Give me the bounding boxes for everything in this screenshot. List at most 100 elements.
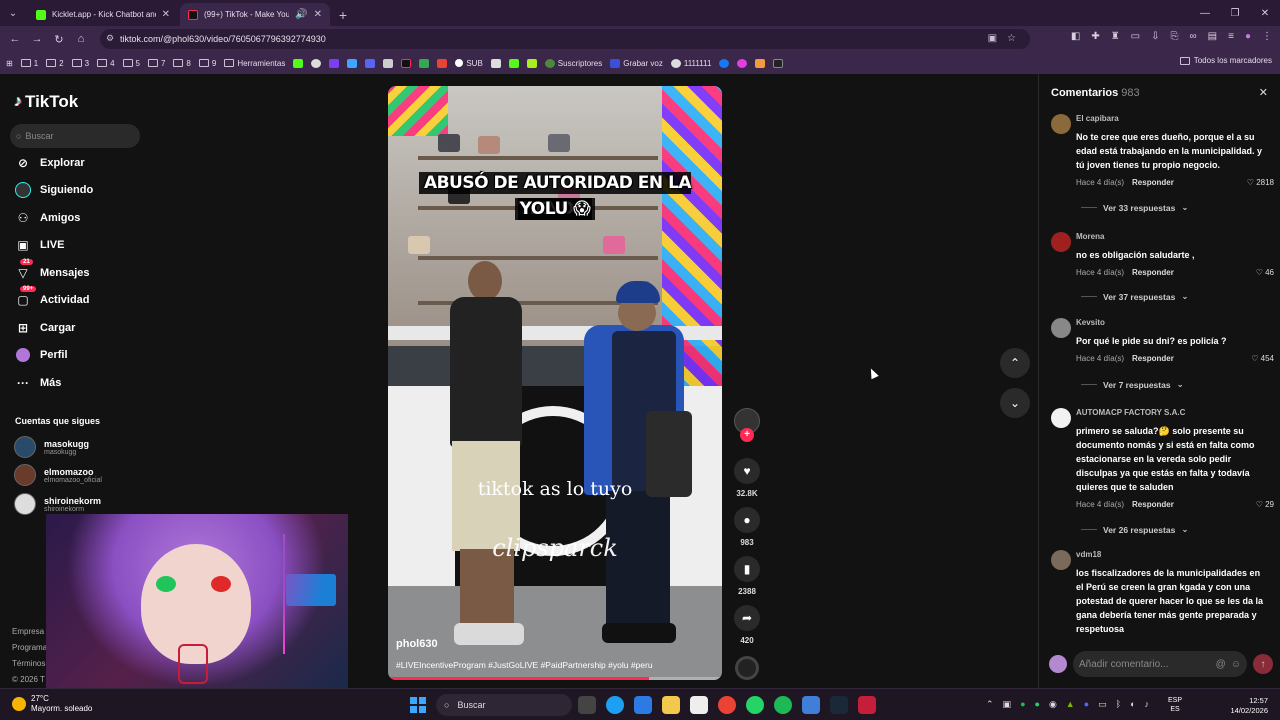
store-icon[interactable] xyxy=(634,696,652,714)
avatar[interactable] xyxy=(1051,408,1071,428)
bookmark-folder[interactable]: 3 xyxy=(71,59,89,68)
menu-kebab-icon[interactable]: ⋮ xyxy=(1262,31,1272,42)
bookmark-gmail-icon[interactable] xyxy=(437,58,448,68)
video-player[interactable]: ABUSÓ DE AUTORIDAD EN LA TIENDA YOLU 😱 t… xyxy=(388,86,722,680)
whatsapp-icon[interactable] xyxy=(746,696,764,714)
tab-search-icon[interactable]: ⌄ xyxy=(0,0,26,26)
reply-button[interactable]: Responder xyxy=(1132,354,1174,363)
tray-nvidia-icon[interactable]: ▲ xyxy=(1066,699,1075,710)
sidebar-item-actividad[interactable]: ▢ 99+ Actividad xyxy=(14,286,90,309)
comment-username[interactable]: AUTOMACP FACTORY S.A.C xyxy=(1076,408,1185,417)
close-tab-icon[interactable]: ✕ xyxy=(162,9,170,20)
bookmark-site-icon[interactable] xyxy=(508,58,519,68)
followed-account[interactable]: masokugg masokugg xyxy=(14,436,89,458)
bookmark-discord-icon[interactable] xyxy=(365,58,376,68)
close-window-icon[interactable]: ✕ xyxy=(1250,0,1280,26)
extension-icon[interactable]: ⎘ xyxy=(1171,31,1179,42)
comment-username[interactable]: Morena xyxy=(1076,232,1104,241)
bookmark-drive-icon[interactable] xyxy=(419,58,430,68)
comment-like-button[interactable]: ♡ 29 xyxy=(1256,500,1274,509)
reload-icon[interactable]: ↻ xyxy=(48,33,70,46)
bookmark-sub[interactable]: SUB xyxy=(455,59,483,68)
spotify-icon[interactable] xyxy=(774,696,792,714)
chevron-up-icon[interactable]: ⌃ xyxy=(986,699,994,710)
bookmark-site-icon[interactable] xyxy=(347,58,358,68)
share-button[interactable]: ➦ 420 xyxy=(730,605,764,645)
sidebar-item-explorar[interactable]: ⊘ Explorar xyxy=(14,154,85,172)
bookmark-folder[interactable]: 9 xyxy=(198,59,216,68)
search-input[interactable]: ○ Buscar xyxy=(10,124,140,148)
link-icon[interactable]: ∞ xyxy=(1190,31,1197,42)
address-bar[interactable]: ⚙ tiktok.com/@phol630/video/760506779639… xyxy=(100,29,1030,49)
tray-app-icon[interactable]: ◐ xyxy=(1130,699,1135,710)
bookmark-site-icon[interactable] xyxy=(383,58,394,68)
browser-tab-kicklet[interactable]: Kicklet.app - Kick Chatbot and ✕ xyxy=(28,3,178,26)
avatar[interactable] xyxy=(1051,550,1071,570)
bluetooth-icon[interactable]: ᛒ xyxy=(1116,699,1121,710)
followed-account[interactable]: shiroinekorm shiroinekorm xyxy=(14,493,101,515)
side-panel-icon[interactable]: ▤ xyxy=(1208,31,1217,42)
view-replies-button[interactable]: Ver 37 respuestas ⌄ xyxy=(1081,291,1188,302)
sidebar-item-mensajes[interactable]: ▽ 21 Mensajes xyxy=(14,259,90,282)
browser-tab-tiktok[interactable]: (99+) TikTok - Make Your Da 🔊 ✕ xyxy=(180,3,330,26)
task-view-icon[interactable] xyxy=(578,696,596,714)
clock[interactable]: 12:57 14/02/2026 xyxy=(1218,696,1268,716)
video-hashtags[interactable]: #LIVEIncentiveProgram #JustGoLIVE #PaidP… xyxy=(396,660,653,670)
bookmark-folder[interactable]: 5 xyxy=(122,59,140,68)
reply-button[interactable]: Responder xyxy=(1132,500,1174,509)
home-icon[interactable]: ⌂ xyxy=(70,33,92,45)
avatar[interactable] xyxy=(1051,232,1071,252)
chrome-icon[interactable] xyxy=(718,696,736,714)
bookmark-facebook-icon[interactable] xyxy=(719,58,730,68)
cast-icon[interactable]: ▣ xyxy=(988,33,997,44)
bookmark-tiktok-icon[interactable] xyxy=(401,58,412,68)
bookmark-folder[interactable]: 8 xyxy=(173,59,191,68)
bookmark-suscriptores[interactable]: Suscriptores xyxy=(544,58,602,68)
bookmark-folder[interactable]: 2 xyxy=(46,59,64,68)
tiktok-logo[interactable]: ♪ TikTok xyxy=(14,92,78,112)
taskbar-search[interactable]: ○ Buscar xyxy=(436,694,572,716)
file-explorer-icon[interactable] xyxy=(662,696,680,714)
emoji-icon[interactable]: ☺ xyxy=(1231,659,1241,670)
sidebar-item-mas[interactable]: ··· Más xyxy=(14,374,61,392)
bookmark-star-icon[interactable]: ☆ xyxy=(1007,33,1016,44)
bookmark-folder[interactable]: 4 xyxy=(97,59,115,68)
tray-app-icon[interactable]: ▣ xyxy=(1003,699,1012,710)
footer-link[interactable]: Empresa xyxy=(12,624,47,640)
app-icon[interactable] xyxy=(690,696,708,714)
app-icon[interactable] xyxy=(858,696,876,714)
language-indicator[interactable]: ESP ES xyxy=(1168,696,1182,714)
extension-icon[interactable]: ♜ xyxy=(1111,31,1120,42)
bookmark-folder[interactable]: 1 xyxy=(20,59,38,68)
extensions-puzzle-icon[interactable]: ✚ xyxy=(1091,31,1099,42)
bookmark-site-icon[interactable] xyxy=(737,58,748,68)
minimize-icon[interactable]: — xyxy=(1190,0,1220,26)
site-info-icon[interactable]: ⚙ xyxy=(106,33,114,44)
new-tab-button[interactable]: + xyxy=(330,3,356,26)
bookmark-folder[interactable]: Herramientas xyxy=(224,59,285,68)
close-icon[interactable]: ✕ xyxy=(1259,86,1268,99)
steam-icon[interactable] xyxy=(830,696,848,714)
weather-widget[interactable]: 27°C Mayorm. soleado xyxy=(12,694,92,714)
video-progress-bar[interactable] xyxy=(388,677,722,680)
bookmark-site-icon[interactable] xyxy=(329,58,340,68)
comment-like-button[interactable]: ♡ 2818 xyxy=(1247,178,1274,187)
bookmark-kick-icon[interactable] xyxy=(293,58,304,68)
restore-icon[interactable]: ❐ xyxy=(1220,0,1250,26)
forward-icon[interactable]: → xyxy=(26,33,48,45)
sidebar-item-live[interactable]: ▣ LIVE xyxy=(14,236,64,254)
mention-icon[interactable]: @ xyxy=(1216,659,1226,670)
followed-account[interactable]: elmomazoo elmomazoo_oficial xyxy=(14,464,102,486)
mute-tab-icon[interactable]: 🔊 xyxy=(295,9,307,20)
next-video-button[interactable]: ⌄ xyxy=(1000,388,1030,418)
view-replies-button[interactable]: Ver 26 respuestas ⌄ xyxy=(1081,524,1188,535)
view-replies-button[interactable]: Ver 7 respuestas ⌄ xyxy=(1081,379,1184,390)
comment-input[interactable]: Añadir comentario... @ ☺ xyxy=(1073,651,1247,677)
reply-button[interactable]: Responder xyxy=(1132,268,1174,277)
tray-spotify-icon[interactable]: ● xyxy=(1020,699,1025,710)
bookmark-1111111[interactable]: 1111111 xyxy=(670,58,711,68)
comment-username[interactable]: El capibara xyxy=(1076,114,1119,123)
tray-steam-icon[interactable]: ◉ xyxy=(1049,699,1057,710)
profile-icon[interactable]: ● xyxy=(1245,31,1251,42)
view-replies-button[interactable]: Ver 33 respuestas ⌄ xyxy=(1081,202,1188,213)
